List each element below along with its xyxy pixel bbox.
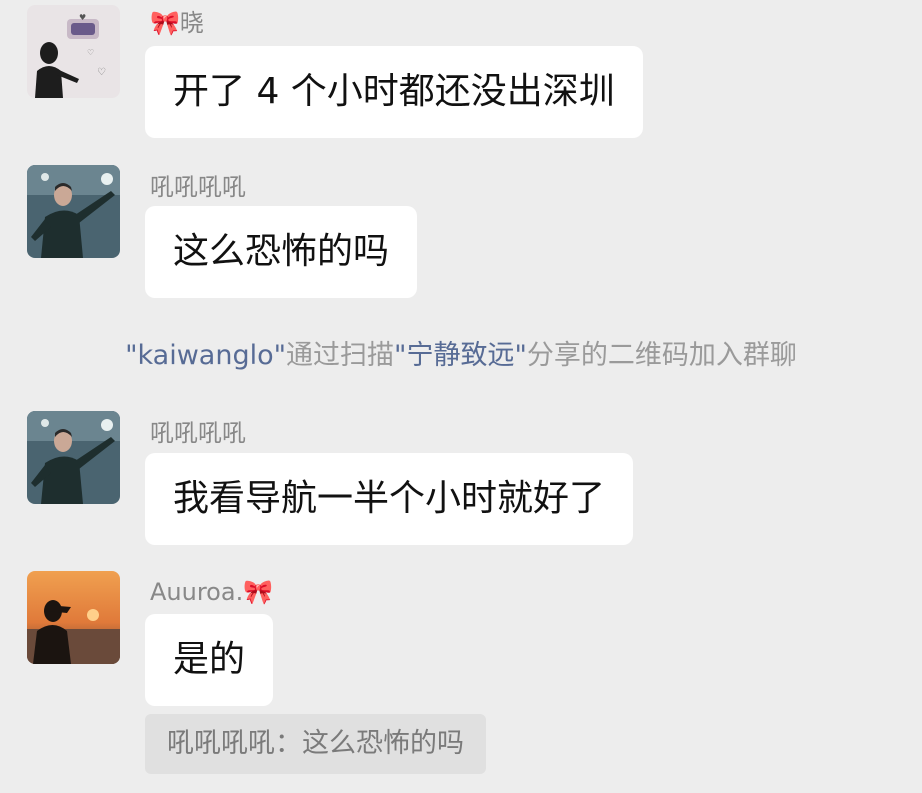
svg-text:♡: ♡ <box>87 48 94 57</box>
quoted-message[interactable]: 吼吼吼吼：这么恐怖的吗 <box>145 714 486 774</box>
svg-text:♥: ♥ <box>79 13 86 22</box>
sharer-name[interactable]: "宁静致远" <box>394 340 527 371</box>
man-pointing-avatar <box>27 165 120 258</box>
avatar-houhou[interactable] <box>27 411 120 504</box>
message-bubble[interactable]: 我看导航一半个小时就好了 <box>145 453 634 545</box>
notice-text-1: 通过扫描 <box>286 340 395 371</box>
avatar-houhou[interactable] <box>27 165 120 258</box>
avatar-auuroa[interactable] <box>27 571 120 664</box>
message-bubble[interactable]: 开了 4 个小时都还没出深圳 <box>145 46 643 138</box>
man-pointing-avatar <box>27 411 120 504</box>
message-bubble[interactable]: 这么恐怖的吗 <box>145 206 418 298</box>
sender-name: Auuroa.🎀 <box>150 578 274 606</box>
svg-text:♡: ♡ <box>97 67 106 78</box>
sender-name: 吼吼吼吼 <box>150 419 246 447</box>
chat-view: ♥ ♡ ♡ 🎀晓 开了 4 个小时都还没出深圳 吼吼吼吼 这么恐怖的吗 "kai… <box>0 0 922 793</box>
notice-text-2: 分享的二维码加入群聊 <box>526 340 797 371</box>
avatar-xiao[interactable]: ♥ ♡ ♡ <box>27 5 120 98</box>
message-bubble[interactable]: 是的 <box>145 614 274 706</box>
joiner-name[interactable]: "kaiwanglo" <box>125 340 286 371</box>
sender-name: 吼吼吼吼 <box>150 173 246 201</box>
sender-name: 🎀晓 <box>150 9 204 37</box>
sunset-silhouette-avatar <box>27 571 120 664</box>
system-notice: "kaiwanglo"通过扫描"宁静致远"分享的二维码加入群聊 <box>0 336 922 376</box>
girl-silhouette-cake-avatar: ♥ ♡ ♡ <box>27 5 120 98</box>
